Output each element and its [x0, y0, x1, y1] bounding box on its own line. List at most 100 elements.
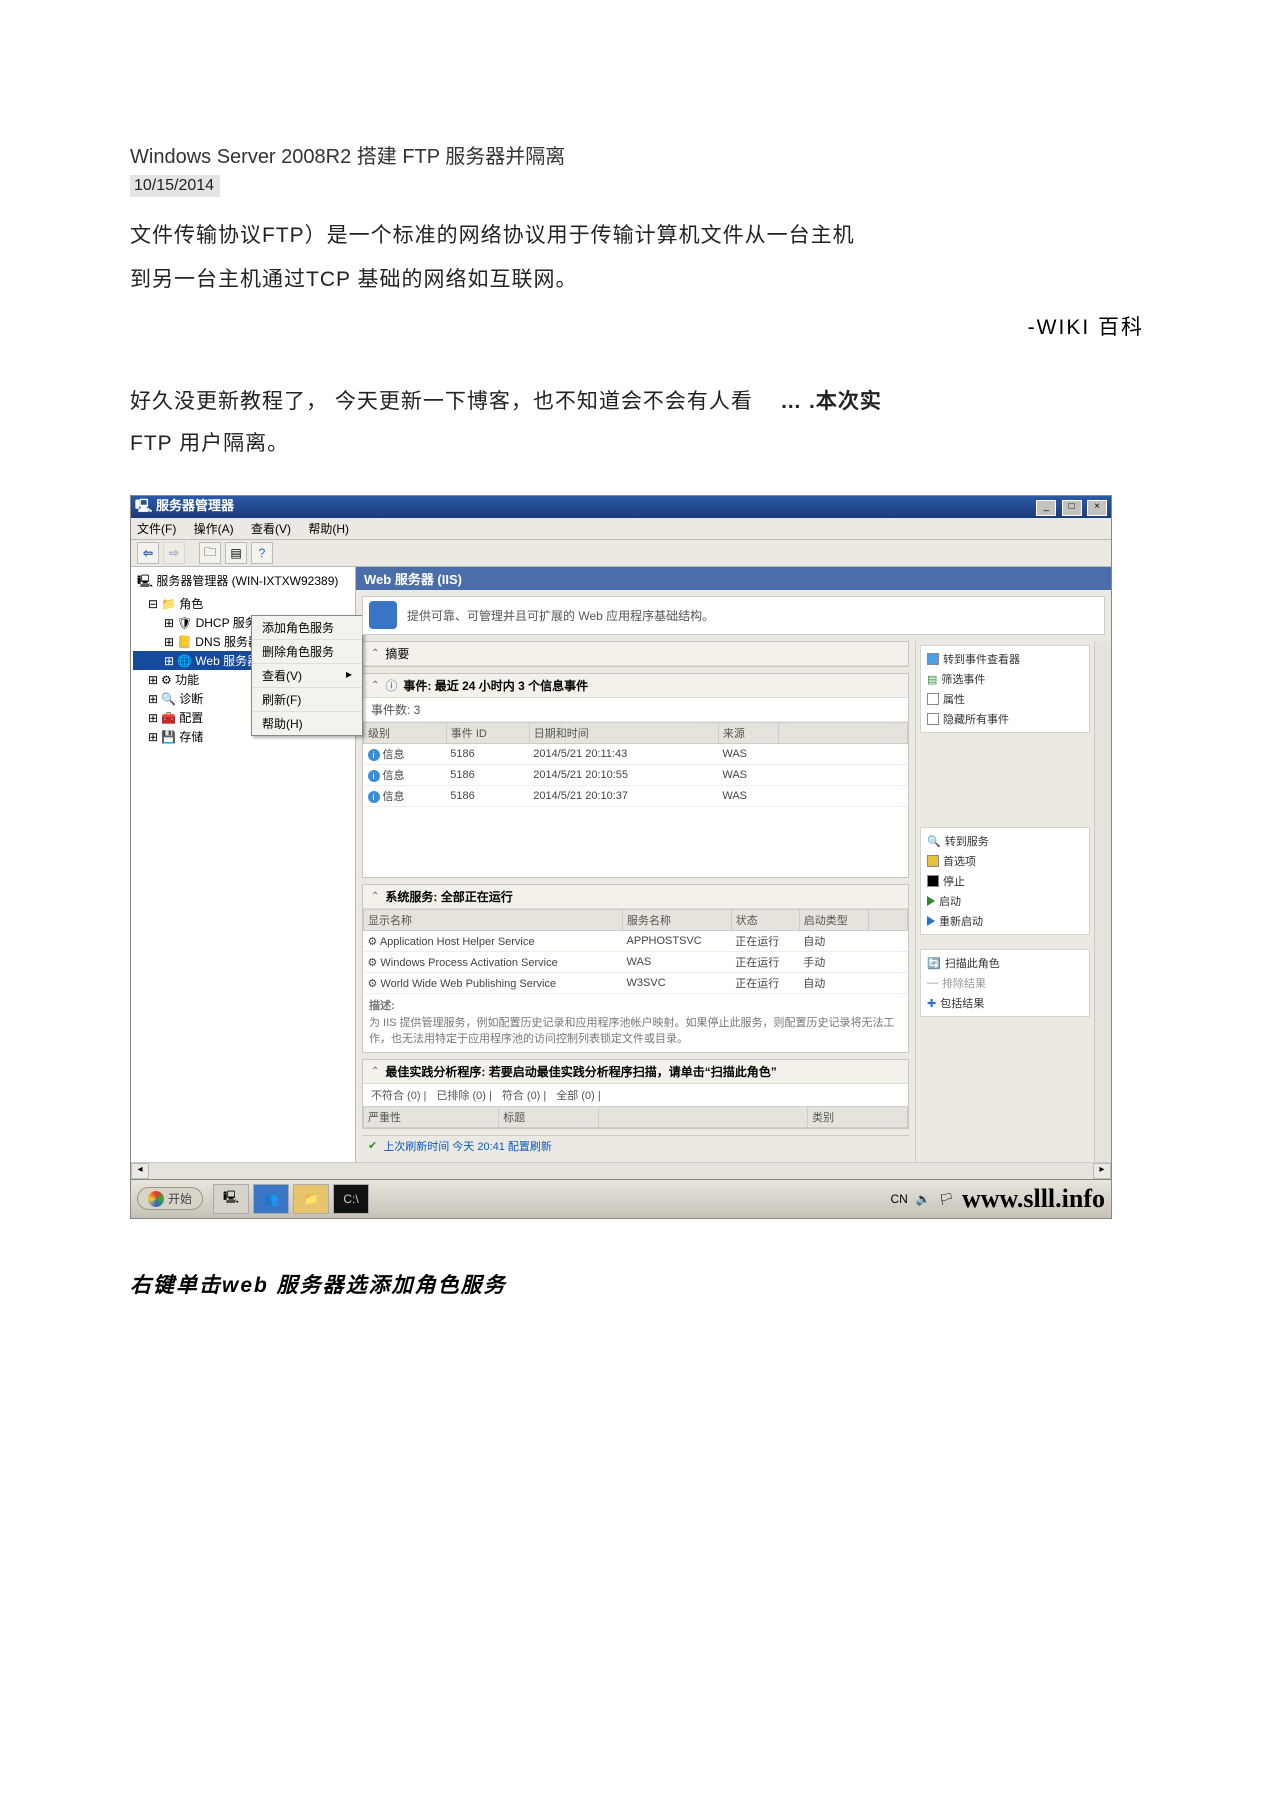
taskbar-app-4[interactable]: C:\: [333, 1184, 369, 1214]
screenshot-window: 🖳 服务器管理器 _ □ × 文件(F) 操作(A) 查看(V) 帮助(H) ⇦…: [130, 495, 1112, 1219]
col-dispname[interactable]: 显示名称: [364, 910, 623, 931]
ctx-add-role[interactable]: 添加角色服务: [252, 616, 362, 640]
bpa-all[interactable]: 全部 (0) |: [556, 1087, 600, 1103]
tb-icon-1[interactable]: 🗀: [199, 542, 221, 564]
taskbar-app-2[interactable]: 👥: [253, 1184, 289, 1214]
bpa-col-title[interactable]: 标题: [499, 1106, 599, 1127]
taskbar: 开始 🖳 👥 📁 C:\ CN 🔉 🏳 www.slll.info: [131, 1179, 1111, 1218]
system-tray: CN 🔉 🏳 www.slll.info: [890, 1184, 1105, 1214]
col-status[interactable]: 状态: [731, 910, 799, 931]
doc-title: Windows Server 2008R2 搭建 FTP 服务器并隔离: [130, 140, 1144, 169]
paragraph-3: 好久没更新教程了， 今天更新一下博客，也不知道会不会有人看 … .本次实: [130, 381, 1144, 423]
service-description: 描述: 为 IIS 提供管理服务，例如配置历史记录和应用程序池帐户映射。如果停止…: [363, 994, 908, 1052]
forward-button[interactable]: ⇨: [163, 542, 185, 564]
summary-label[interactable]: 摘要: [385, 645, 409, 662]
footer-instruction: 右键单击web 服务器选添加角色服务: [130, 1269, 1144, 1299]
iis-icon: [369, 601, 397, 629]
tree-panel: 🖳 服务器管理器 (WIN-IXTXW92389) ⊟📁 角色 ⊞🛡 DHCP …: [131, 567, 356, 1162]
status-bar: ✔上次刷新时间 今天 20:41 配置刷新: [362, 1135, 909, 1156]
menu-action[interactable]: 操作(A): [194, 522, 234, 536]
events-head: 事件: 最近 24 小时内 3 个信息事件: [403, 677, 588, 694]
actions-panel: 转到事件查看器 ▤筛选事件 属性 隐藏所有事件 🔍转到服务 首选项 停止 启动 …: [915, 641, 1094, 1162]
table-row[interactable]: ⚙ World Wide Web Publishing ServiceW3SVC…: [364, 973, 908, 994]
action-preferences[interactable]: 首选项: [925, 851, 1085, 871]
horizontal-scrollbar[interactable]: ◂▸: [131, 1162, 1111, 1179]
col-source[interactable]: 来源: [718, 723, 778, 744]
paragraph-1: 文件传输协议FTP）是一个标准的网络协议用于传输计算机文件从一台主机: [130, 215, 1144, 257]
doc-date: 10/15/2014: [130, 175, 220, 197]
window-title: 服务器管理器: [156, 498, 234, 513]
taskbar-app-1[interactable]: 🖳: [213, 1184, 249, 1214]
action-include[interactable]: ✚包括结果: [925, 993, 1085, 1013]
action-start[interactable]: 启动: [925, 891, 1085, 911]
col-level[interactable]: 级别: [364, 723, 447, 744]
col-datetime[interactable]: 日期和时间: [529, 723, 718, 744]
watermark: www.slll.info: [962, 1184, 1105, 1214]
action-exclude[interactable]: —排除结果: [925, 973, 1085, 993]
tb-help-icon[interactable]: ?: [251, 542, 273, 564]
para3a: 好久没更新教程了， 今天更新一下博客，也不知道会不会有人看: [130, 390, 753, 413]
table-row[interactable]: ⚙ Windows Process Activation ServiceWAS正…: [364, 952, 908, 973]
bpa-excluded[interactable]: 已排除 (0) |: [436, 1087, 491, 1103]
para3b: … .本次实: [780, 390, 882, 413]
tree-roles[interactable]: ⊟📁 角色: [133, 594, 353, 613]
back-button[interactable]: ⇦: [137, 542, 159, 564]
ctx-view[interactable]: 查看(V)▸: [252, 664, 362, 688]
action-restart[interactable]: 重新启动: [925, 911, 1085, 931]
paragraph-2: 到另一台主机通过TCP 基础的网络如互联网。: [130, 259, 1144, 301]
close-button[interactable]: ×: [1087, 500, 1107, 516]
wiki-attrib: -WIKI 百科: [130, 311, 1144, 341]
action-filter-events[interactable]: ▤筛选事件: [925, 669, 1085, 689]
vertical-scrollbar[interactable]: [1094, 641, 1111, 1162]
window-buttons: _ □ ×: [1034, 498, 1107, 516]
bpa-col-sev[interactable]: 严重性: [364, 1106, 499, 1127]
tray-flag-icon[interactable]: 🏳: [939, 1192, 954, 1206]
start-button[interactable]: 开始: [137, 1187, 203, 1210]
bpa-conform[interactable]: 符合 (0) |: [502, 1087, 546, 1103]
table-row[interactable]: i信息51862014/5/21 20:10:55WAS: [364, 765, 908, 786]
refresh-status[interactable]: 上次刷新时间 今天 20:41 配置刷新: [383, 1138, 552, 1154]
events-count: 事件数: 3: [363, 698, 908, 722]
col-id[interactable]: 事件 ID: [446, 723, 529, 744]
action-properties[interactable]: 属性: [925, 689, 1085, 709]
action-hide-events[interactable]: 隐藏所有事件: [925, 709, 1085, 729]
menu-bar: 文件(F) 操作(A) 查看(V) 帮助(H): [131, 518, 1111, 540]
action-stop[interactable]: 停止: [925, 871, 1085, 891]
services-panel: ⌃系统服务: 全部正在运行 显示名称 服务名称 状态 启动类型 ⚙ Applic…: [362, 884, 909, 1053]
ctx-refresh[interactable]: 刷新(F): [252, 688, 362, 712]
menu-view[interactable]: 查看(V): [251, 522, 291, 536]
bpa-head: 最佳实践分析程序: 若要启动最佳实践分析程序扫描，请单击“扫描此角色”: [385, 1063, 776, 1080]
menu-file[interactable]: 文件(F): [137, 522, 176, 536]
col-svcname[interactable]: 服务名称: [623, 910, 732, 931]
table-row[interactable]: ⚙ Application Host Helper ServiceAPPHOST…: [364, 931, 908, 952]
taskbar-app-3[interactable]: 📁: [293, 1184, 329, 1214]
main-header: Web 服务器 (IIS): [356, 567, 1111, 590]
context-menu: 添加角色服务 删除角色服务 查看(V)▸ 刷新(F) 帮助(H): [251, 615, 363, 736]
ctx-del-role[interactable]: 删除角色服务: [252, 640, 362, 664]
table-row[interactable]: i信息51862014/5/21 20:11:43WAS: [364, 744, 908, 765]
paragraph-4: FTP 用户隔离。: [130, 423, 1144, 465]
minimize-button[interactable]: _: [1036, 500, 1056, 516]
action-event-viewer[interactable]: 转到事件查看器: [925, 649, 1085, 669]
titlebar[interactable]: 🖳 服务器管理器 _ □ ×: [131, 496, 1111, 518]
bpa-panel: ⌃最佳实践分析程序: 若要启动最佳实践分析程序扫描，请单击“扫描此角色” 不符合…: [362, 1059, 909, 1129]
action-scan-role[interactable]: 🔄扫描此角色: [925, 953, 1085, 973]
bpa-col-cat[interactable]: 类别: [808, 1106, 908, 1127]
events-panel: ⌃ⓘ 事件: 最近 24 小时内 3 个信息事件 事件数: 3 级别 事件 ID…: [362, 673, 909, 878]
tray-lang[interactable]: CN: [890, 1192, 907, 1206]
maximize-button[interactable]: □: [1062, 500, 1082, 516]
main-panel: Web 服务器 (IIS) 提供可靠、可管理并且可扩展的 Web 应用程序基础结…: [356, 567, 1111, 1162]
toolbar: ⇦ ⇨ 🗀 ▤ ?: [131, 540, 1111, 567]
bpa-nonconform[interactable]: 不符合 (0) |: [371, 1087, 426, 1103]
col-startup[interactable]: 启动类型: [799, 910, 868, 931]
menu-help[interactable]: 帮助(H): [308, 522, 349, 536]
tree-root[interactable]: 🖳 服务器管理器 (WIN-IXTXW92389): [133, 571, 353, 594]
ctx-help[interactable]: 帮助(H): [252, 712, 362, 735]
table-row[interactable]: i信息51862014/5/21 20:10:37WAS: [364, 786, 908, 807]
role-description: 提供可靠、可管理并且可扩展的 Web 应用程序基础结构。: [362, 596, 1105, 635]
tray-volume-icon[interactable]: 🔉: [916, 1192, 931, 1206]
services-table: 显示名称 服务名称 状态 启动类型 ⚙ Application Host Hel…: [363, 909, 908, 994]
tb-icon-2[interactable]: ▤: [225, 542, 247, 564]
action-goto-services[interactable]: 🔍转到服务: [925, 831, 1085, 851]
summary-panel: ⌃摘要: [362, 641, 909, 667]
